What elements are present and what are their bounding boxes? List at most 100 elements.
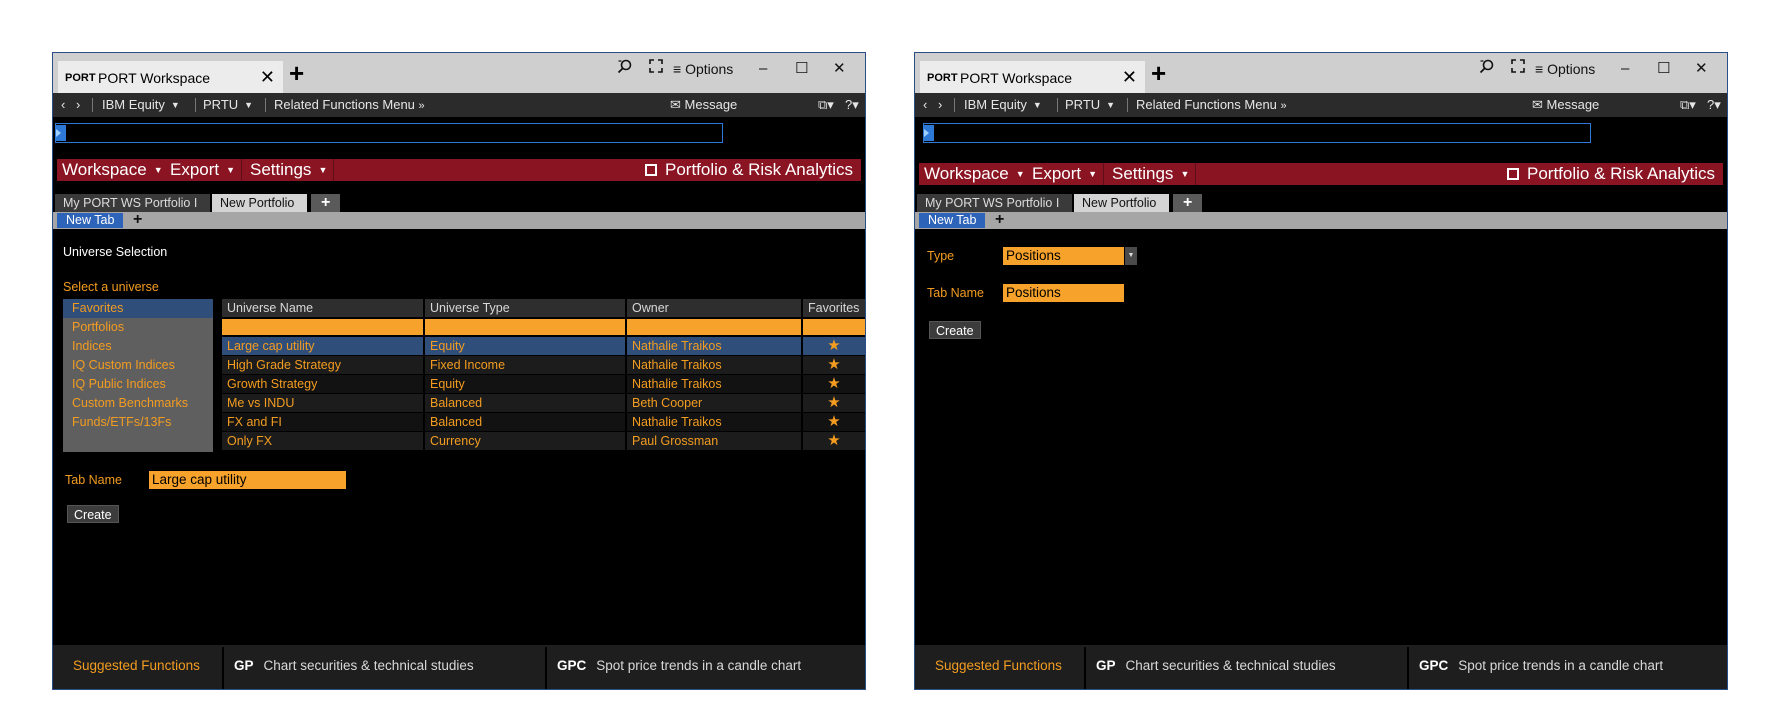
type-select[interactable]: Positions	[1003, 247, 1124, 265]
cell-owner: Nathalie Traikos	[627, 375, 801, 393]
suggested-function-gpc[interactable]: GPC Spot price trends in a candle chart	[557, 645, 801, 689]
add-tab-icon[interactable]: +	[995, 211, 1004, 229]
window-tab[interactable]: PORT PORT Workspace ✕	[920, 61, 1145, 93]
category-indices[interactable]: Indices	[63, 337, 213, 356]
search-icon[interactable]	[617, 59, 633, 81]
external-link-icon[interactable]	[644, 164, 657, 176]
footer-divider	[1407, 647, 1409, 689]
tab-new-portfolio[interactable]: New Portfolio	[212, 194, 307, 212]
star-icon[interactable]: ★	[803, 337, 865, 355]
close-tab-icon[interactable]: ✕	[1122, 67, 1137, 88]
category-iq-public-indices[interactable]: IQ Public Indices	[63, 375, 213, 394]
expand-icon[interactable]	[649, 59, 663, 79]
port-window-positions: PORT PORT Workspace ✕ + ≡ Options – ☐ ✕ …	[914, 52, 1728, 690]
forward-icon[interactable]: ›	[938, 96, 942, 114]
star-icon[interactable]: ★	[803, 413, 865, 431]
tab-name-input[interactable]: Large cap utility	[149, 471, 346, 489]
tab-my-port-ws[interactable]: My PORT WS Portfolio I	[55, 194, 210, 212]
table-row[interactable]: Growth Strategy Equity Nathalie Traikos …	[222, 375, 865, 394]
menu-export[interactable]: Export ▼	[1027, 163, 1105, 185]
message-button[interactable]: ✉ Message	[670, 96, 737, 114]
related-functions-menu[interactable]: Related Functions Menu »	[1136, 96, 1287, 115]
security-selector[interactable]: IBM Equity ▼	[964, 96, 1042, 115]
maximize-icon[interactable]: ☐	[795, 59, 808, 79]
close-icon[interactable]: ✕	[833, 59, 846, 79]
security-selector[interactable]: IBM Equity ▼	[102, 96, 180, 115]
launchpad-icon[interactable]: ⧉▾	[1680, 96, 1696, 114]
app-menu-bar: Workspace ▼ Export ▼ Settings ▼ Portfolio &…	[919, 163, 1723, 185]
expand-icon[interactable]	[1511, 59, 1525, 79]
table-row[interactable]: Large cap utility Equity Nathalie Traiko…	[222, 337, 865, 356]
search-icon[interactable]	[1479, 59, 1495, 81]
suggested-function-gpc[interactable]: GPC Spot price trends in a candle chart	[1419, 645, 1663, 689]
star-icon[interactable]: ★	[803, 356, 865, 374]
type-label: Type	[927, 249, 955, 263]
footer-divider	[222, 647, 224, 689]
star-icon[interactable]: ★	[803, 394, 865, 412]
tab-new-tab[interactable]: New Tab	[57, 213, 124, 228]
menu-label: Workspace	[62, 160, 147, 179]
column-header-type[interactable]: Universe Type	[425, 299, 625, 317]
tab-title: PORT Workspace	[98, 70, 211, 86]
suggested-function-gp[interactable]: GP Chart securities & technical studies	[1096, 645, 1336, 689]
function-selector[interactable]: PRTU ▼	[203, 96, 253, 115]
table-row[interactable]: High Grade Strategy Fixed Income Nathali…	[222, 356, 865, 375]
external-link-icon[interactable]	[1506, 168, 1519, 180]
category-funds-etfs[interactable]: Funds/ETFs/13Fs	[63, 413, 213, 432]
suggested-function-gp[interactable]: GP Chart securities & technical studies	[234, 645, 474, 689]
star-icon[interactable]: ★	[803, 375, 865, 393]
options-menu[interactable]: ≡ Options	[673, 59, 733, 79]
add-portfolio-tab-icon[interactable]: +	[1173, 194, 1203, 212]
forward-icon[interactable]: ›	[76, 96, 80, 114]
menu-settings[interactable]: Settings ▼	[245, 159, 335, 181]
star-icon[interactable]: ★	[803, 432, 865, 450]
column-header-owner[interactable]: Owner	[627, 299, 801, 317]
column-header-favorites[interactable]: Favorites	[803, 299, 865, 317]
table-row[interactable]: FX and FI Balanced Nathalie Traikos ★	[222, 413, 865, 432]
tab-new-portfolio[interactable]: New Portfolio	[1074, 194, 1169, 212]
category-portfolios[interactable]: Portfolios	[63, 318, 213, 337]
command-line-input[interactable]	[55, 123, 723, 143]
column-header-name[interactable]: Universe Name	[222, 299, 423, 317]
tab-name-input[interactable]: Positions	[1003, 284, 1124, 302]
category-iq-custom-indices[interactable]: IQ Custom Indices	[63, 356, 213, 375]
options-menu[interactable]: ≡ Options	[1535, 59, 1595, 79]
filter-type-input[interactable]	[425, 319, 625, 335]
help-icon[interactable]: ?▾	[845, 96, 859, 114]
back-icon[interactable]: ‹	[61, 96, 65, 114]
category-custom-benchmarks[interactable]: Custom Benchmarks	[63, 394, 213, 413]
tab-my-port-ws[interactable]: My PORT WS Portfolio I	[917, 194, 1072, 212]
filter-favorites-input[interactable]	[803, 319, 865, 335]
menu-settings[interactable]: Settings ▼	[1107, 163, 1197, 185]
new-window-tab-icon[interactable]: +	[1151, 60, 1166, 86]
add-portfolio-tab-icon[interactable]: +	[311, 194, 341, 212]
menu-export[interactable]: Export ▼	[165, 159, 243, 181]
create-button[interactable]: Create	[929, 321, 981, 339]
minimize-icon[interactable]: –	[759, 59, 767, 79]
new-window-tab-icon[interactable]: +	[289, 60, 304, 86]
window-tab[interactable]: PORT PORT Workspace ✕	[58, 61, 283, 93]
minimize-icon[interactable]: –	[1621, 59, 1629, 79]
function-selector[interactable]: PRTU ▼	[1065, 96, 1115, 115]
tab-new-tab[interactable]: New Tab	[919, 213, 986, 228]
related-functions-menu[interactable]: Related Functions Menu »	[274, 96, 425, 115]
add-tab-icon[interactable]: +	[133, 211, 142, 229]
command-line-input[interactable]	[923, 123, 1591, 143]
filter-name-input[interactable]	[222, 319, 423, 335]
menu-workspace[interactable]: Workspace ▼	[919, 163, 1032, 185]
menu-workspace[interactable]: Workspace ▼	[57, 159, 170, 181]
back-icon[interactable]: ‹	[923, 96, 927, 114]
maximize-icon[interactable]: ☐	[1657, 59, 1670, 79]
table-row[interactable]: Only FX Currency Paul Grossman ★	[222, 432, 865, 451]
footer-divider	[545, 647, 547, 689]
help-icon[interactable]: ?▾	[1707, 96, 1721, 114]
message-button[interactable]: ✉ Message	[1532, 96, 1599, 114]
filter-owner-input[interactable]	[627, 319, 801, 335]
create-button[interactable]: Create	[67, 505, 119, 523]
close-icon[interactable]: ✕	[1695, 59, 1708, 79]
launchpad-icon[interactable]: ⧉▾	[818, 96, 834, 114]
close-tab-icon[interactable]: ✕	[260, 67, 275, 88]
table-row[interactable]: Me vs INDU Balanced Beth Cooper ★	[222, 394, 865, 413]
category-favorites[interactable]: Favorites	[63, 299, 213, 318]
dropdown-arrow-icon[interactable]: ▼	[1125, 247, 1137, 265]
